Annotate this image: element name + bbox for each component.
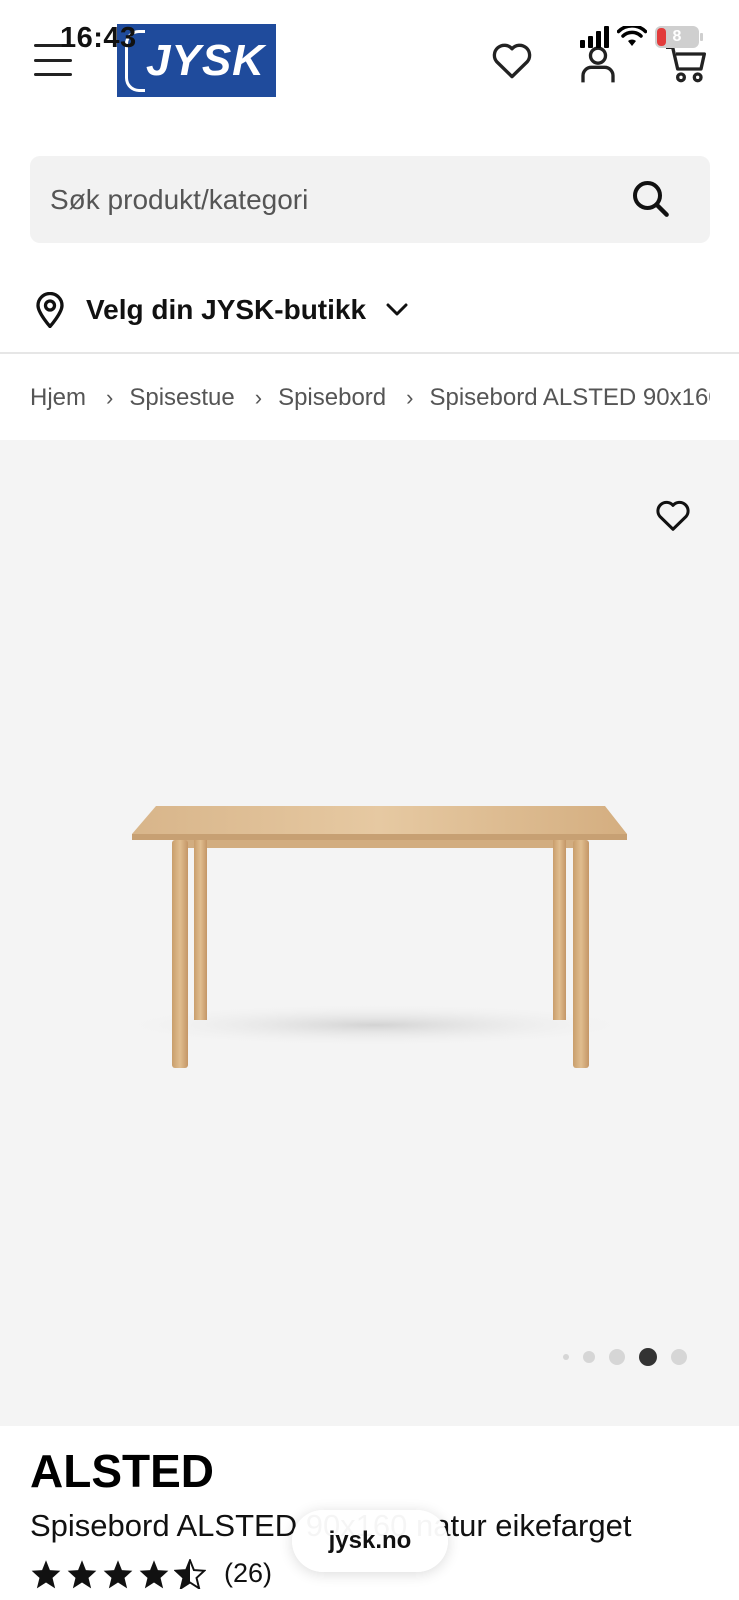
product-image-gallery[interactable]	[0, 440, 739, 1426]
star-full-icon	[31, 1559, 61, 1588]
heart-icon	[492, 43, 532, 79]
search-bar	[30, 156, 710, 243]
breadcrumb-item-current: Spisebord ALSTED 90x160	[429, 384, 710, 411]
chevron-right-icon: ›	[106, 385, 114, 410]
search-input[interactable]	[50, 183, 610, 216]
gallery-dot[interactable]	[671, 1349, 687, 1365]
search-icon[interactable]	[630, 178, 670, 218]
battery-icon: 8	[655, 26, 703, 48]
site-header: JYSK	[0, 0, 739, 130]
cart-button[interactable]	[664, 44, 708, 84]
gallery-dot-active[interactable]	[639, 1348, 657, 1366]
review-count[interactable]: (26)	[224, 1558, 272, 1589]
star-full-icon	[139, 1559, 169, 1588]
wishlist-button[interactable]	[491, 40, 533, 80]
gallery-dot[interactable]	[583, 1351, 595, 1363]
star-half-icon	[174, 1558, 206, 1589]
breadcrumb-item-spisebord[interactable]: Spisebord	[278, 384, 386, 412]
header-divider	[0, 352, 739, 354]
status-time: 16:43	[60, 22, 137, 54]
product-name: ALSTED	[30, 1445, 214, 1497]
breadcrumb: Hjem › Spisestue › Spisebord › Spisebord…	[30, 380, 710, 416]
browser-url-bar[interactable]: jysk.no	[292, 1510, 448, 1572]
user-icon	[581, 46, 615, 83]
gallery-pagination	[563, 1348, 687, 1366]
cart-icon	[666, 45, 706, 83]
chevron-right-icon: ›	[254, 385, 263, 410]
chevron-down-icon	[386, 303, 408, 316]
gallery-dot[interactable]	[563, 1354, 569, 1360]
star-full-icon	[67, 1559, 97, 1588]
url-text: jysk.no	[328, 1527, 412, 1554]
gallery-dot[interactable]	[609, 1349, 625, 1365]
battery-level: 8	[672, 28, 682, 45]
account-button[interactable]	[578, 44, 618, 84]
store-selector[interactable]: Velg din JYSK-butikk	[34, 292, 408, 328]
product-image	[105, 806, 645, 1068]
breadcrumb-item-home[interactable]: Hjem	[30, 384, 86, 412]
location-pin-icon	[36, 292, 64, 328]
star-full-icon	[103, 1559, 133, 1588]
product-rating[interactable]: (26)	[30, 1558, 272, 1589]
jysk-logo[interactable]: JYSK	[117, 24, 276, 97]
breadcrumb-item-spisestue[interactable]: Spisestue	[129, 384, 234, 412]
chevron-right-icon: ›	[406, 385, 414, 410]
status-icons: 8	[580, 26, 703, 48]
wifi-icon	[617, 26, 647, 46]
logo-text: JYSK	[146, 35, 265, 85]
cellular-signal-icon	[580, 26, 609, 48]
store-selector-label: Velg din JYSK-butikk	[86, 294, 367, 325]
